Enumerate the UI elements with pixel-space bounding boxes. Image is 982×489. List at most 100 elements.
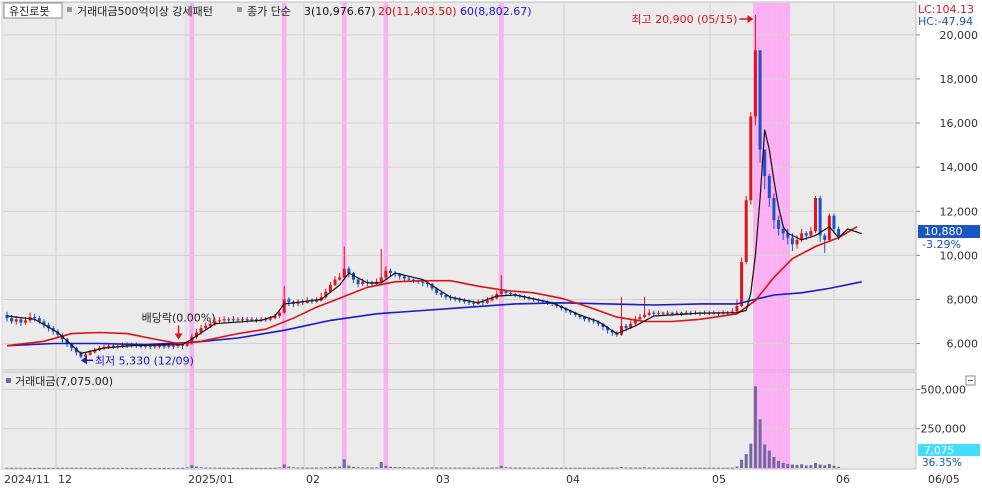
volume-bar bbox=[716, 467, 720, 469]
volume-bar bbox=[546, 467, 550, 469]
ma20-legend: 20(11,403.50) bbox=[378, 5, 457, 18]
volume-bar bbox=[670, 467, 674, 469]
volume-bar bbox=[74, 467, 78, 469]
volume-bar bbox=[726, 467, 730, 469]
volume-bar bbox=[559, 467, 563, 469]
price-tick-label: 16,000 bbox=[940, 117, 979, 130]
volume-bar bbox=[416, 467, 420, 469]
volume-bar bbox=[185, 467, 189, 469]
candle-body bbox=[388, 270, 392, 273]
volume-bar bbox=[527, 467, 531, 469]
volume-bar bbox=[675, 467, 679, 469]
volume-tick-label: 250,000 bbox=[921, 423, 967, 436]
volume-bar bbox=[56, 467, 60, 469]
candle-body bbox=[153, 346, 157, 348]
volume-bar bbox=[236, 467, 240, 469]
volume-bar bbox=[481, 467, 485, 469]
volume-bar bbox=[162, 467, 166, 469]
volume-bar bbox=[430, 467, 434, 469]
volume-bar bbox=[14, 467, 18, 469]
hc-value: HC:-47.94 bbox=[918, 15, 973, 28]
signal-highlight-band bbox=[771, 3, 777, 469]
volume-bar bbox=[583, 467, 586, 469]
candle-body bbox=[84, 354, 88, 357]
volume-bar bbox=[753, 386, 757, 468]
volume-bar bbox=[763, 444, 767, 468]
volume-bar bbox=[458, 467, 462, 469]
candle-body bbox=[509, 292, 513, 294]
volume-bar bbox=[730, 467, 734, 469]
volume-bar bbox=[564, 467, 568, 469]
date-tick-label: 03 bbox=[436, 473, 450, 486]
candle-body bbox=[402, 276, 406, 279]
volume-bar bbox=[449, 467, 453, 469]
volume-bar bbox=[818, 464, 822, 468]
volume-bar bbox=[804, 465, 808, 468]
candle-body bbox=[421, 281, 425, 283]
volume-bar bbox=[171, 467, 175, 469]
candle-body bbox=[23, 320, 27, 323]
signal-highlight-band bbox=[762, 3, 767, 469]
volume-bar bbox=[176, 467, 180, 469]
candle-body bbox=[656, 312, 660, 314]
candle-body bbox=[587, 319, 591, 321]
candle-body bbox=[342, 268, 346, 278]
volume-bar bbox=[121, 467, 124, 469]
candle-body bbox=[384, 270, 388, 278]
price-tick-label: 14,000 bbox=[940, 161, 979, 174]
candle-body bbox=[472, 302, 476, 304]
volume-bar bbox=[388, 466, 392, 468]
volume-bar bbox=[809, 465, 813, 468]
signal-highlight-band bbox=[189, 3, 195, 469]
date-tick-label: 2025/01 bbox=[188, 473, 234, 486]
volume-bar bbox=[88, 467, 92, 469]
signal-highlight-band bbox=[499, 3, 504, 469]
volume-bar bbox=[352, 466, 355, 468]
volume-bar bbox=[504, 467, 508, 469]
date-tick-label: 04 bbox=[566, 473, 580, 486]
volume-bar bbox=[513, 467, 517, 469]
volume-bar bbox=[245, 467, 249, 469]
candle-body bbox=[809, 231, 813, 236]
volume-bar bbox=[490, 467, 494, 469]
candle-body bbox=[823, 235, 827, 240]
price-tick-label: 8,000 bbox=[947, 293, 979, 306]
candle-body bbox=[670, 312, 674, 314]
candle-body bbox=[19, 319, 23, 323]
volume-bar bbox=[703, 467, 707, 469]
volume-bar bbox=[772, 457, 776, 468]
volume-bar bbox=[70, 467, 74, 469]
volume-bar bbox=[615, 467, 619, 469]
volume-bar bbox=[28, 467, 32, 469]
volume-bar bbox=[273, 467, 277, 469]
volume-bar bbox=[740, 459, 744, 468]
candle-body bbox=[107, 345, 111, 347]
candle-body bbox=[218, 320, 222, 322]
volume-bar bbox=[827, 464, 831, 468]
candle-body bbox=[439, 292, 443, 296]
volume-bar bbox=[592, 467, 596, 469]
volume-bar bbox=[624, 467, 628, 469]
volume-bar bbox=[241, 467, 245, 469]
volume-bar bbox=[139, 467, 143, 469]
volume-bar bbox=[684, 467, 688, 469]
volume-bar bbox=[181, 467, 185, 469]
volume-bar bbox=[384, 465, 388, 468]
volume-bar bbox=[402, 467, 406, 469]
volume-bar bbox=[282, 464, 286, 468]
volume-bar bbox=[23, 467, 27, 469]
candle-body bbox=[795, 239, 799, 245]
volume-bar bbox=[231, 467, 235, 469]
volume-bar bbox=[254, 467, 258, 469]
candle-body bbox=[88, 352, 92, 355]
volume-bar bbox=[296, 467, 300, 469]
volume-bar bbox=[130, 467, 134, 469]
legend-square-icon bbox=[6, 378, 11, 383]
candle-body bbox=[832, 215, 836, 229]
candle-body bbox=[619, 325, 623, 335]
candle-body bbox=[643, 314, 647, 318]
volume-bar bbox=[767, 450, 771, 468]
candle-body bbox=[675, 312, 679, 314]
volume-bar bbox=[167, 467, 171, 469]
volume-bar bbox=[610, 467, 614, 469]
